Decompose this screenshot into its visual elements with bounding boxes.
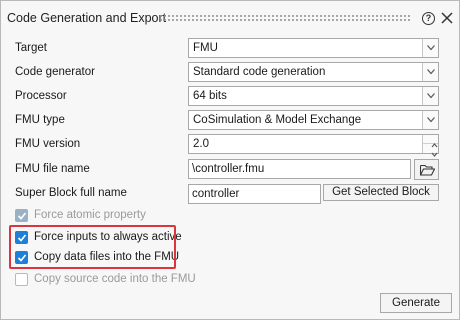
super-block-input[interactable]: controller [188,184,321,204]
code-generation-dialog: Code Generation and Export ? Target FMU … [0,0,460,320]
processor-label: Processor [15,90,67,102]
option-label: Force atomic property [34,209,146,221]
fmu-file-name-value: \controller.fmu [192,163,265,175]
fmu-type-value: CoSimulation & Model Exchange [193,114,362,126]
chevron-down-icon[interactable] [422,63,438,81]
browse-folder-button[interactable] [414,159,439,180]
target-label: Target [15,42,47,54]
dialog-title: Code Generation and Export [7,11,167,25]
super-block-label: Super Block full name [15,187,127,199]
processor-value: 64 bits [193,90,227,102]
spinner-buttons [422,135,438,157]
chevron-down-icon[interactable] [422,39,438,57]
chevron-down-icon[interactable] [422,87,438,105]
get-selected-block-button[interactable]: Get Selected Block [323,184,439,201]
close-icon[interactable] [439,10,455,26]
fmu-version-label: FMU version [15,138,81,150]
code-generator-label: Code generator [15,66,95,78]
highlight-annotation-box [9,225,176,269]
fmu-version-value: 2.0 [193,138,209,150]
super-block-value: controller [192,188,240,200]
target-value: FMU [193,42,218,54]
chevron-down-icon[interactable] [423,144,438,157]
fmu-file-name-label: FMU file name [15,163,90,175]
chevron-down-icon[interactable] [422,111,438,129]
fmu-type-select[interactable]: CoSimulation & Model Exchange [188,110,439,130]
target-select[interactable]: FMU [188,38,439,58]
generate-button[interactable]: Generate [380,293,452,313]
fmu-file-name-input[interactable]: \controller.fmu [188,159,411,179]
code-generator-select[interactable]: Standard code generation [188,62,439,82]
dialog-titlebar[interactable]: Code Generation and Export ? [1,1,459,37]
drag-grip[interactable] [159,14,411,23]
processor-select[interactable]: 64 bits [188,86,439,106]
fmu-type-label: FMU type [15,114,65,126]
option-label: Copy source code into the FMU [34,273,196,285]
checkbox-checked-disabled [15,209,28,222]
help-circle-icon[interactable]: ? [422,12,435,25]
fmu-version-spinner[interactable]: 2.0 [188,134,439,157]
chevron-up-icon[interactable] [423,135,438,148]
code-generator-value: Standard code generation [193,66,326,78]
checkbox-unchecked-disabled [15,273,28,286]
